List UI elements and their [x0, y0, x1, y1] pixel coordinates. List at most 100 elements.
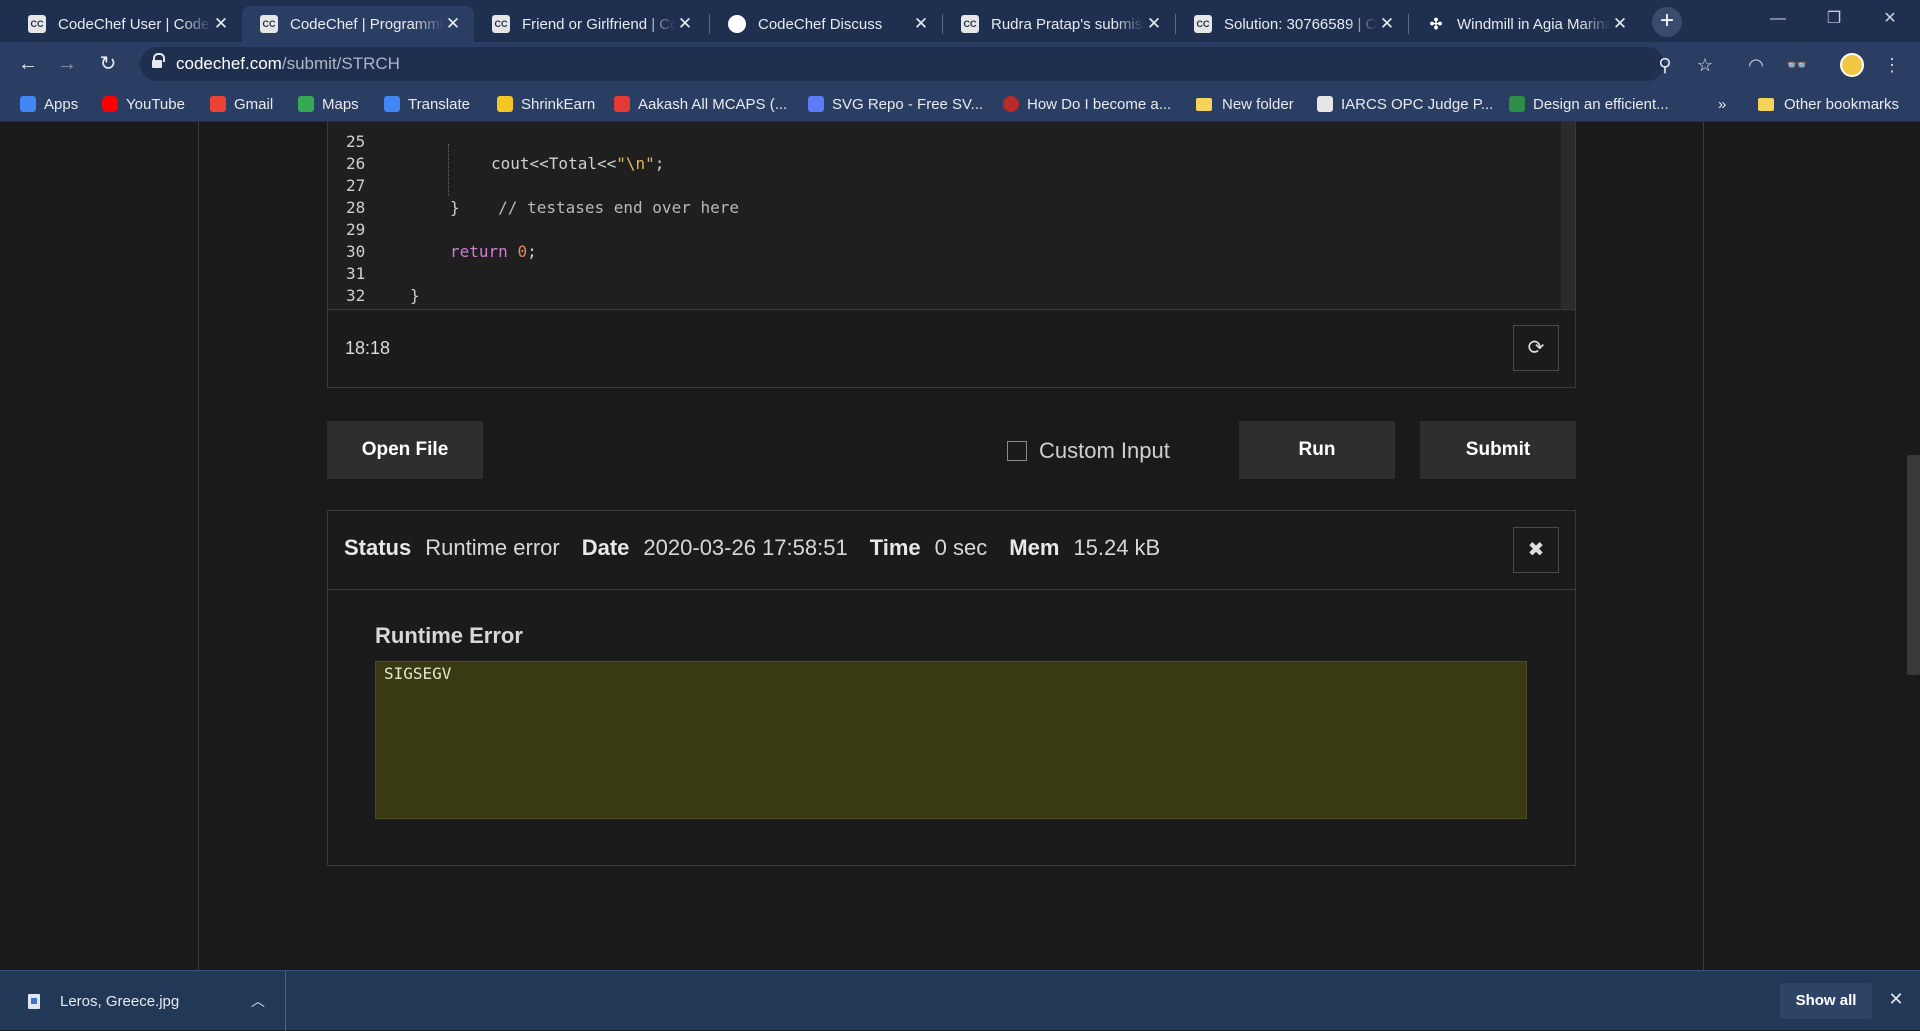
- profile-avatar[interactable]: [1840, 53, 1864, 77]
- browser-toolbar: ← → ↻ codechef.com /submit/STRCH ⚲ ☆ ◠ 👓…: [0, 42, 1920, 86]
- chevron-up-icon[interactable]: ︿: [251, 991, 265, 1011]
- cursor-position: 18:18: [345, 338, 391, 358]
- tab-codechef-user[interactable]: CC CodeChef User | CodeChef ✕: [10, 6, 242, 42]
- download-file-name: Leros, Greece.jpg: [60, 992, 180, 1010]
- bookmark-shrinkearn[interactable]: ShrinkEarn: [497, 94, 595, 114]
- bookmark-youtube[interactable]: YouTube: [102, 94, 185, 114]
- bookmark-new-folder[interactable]: New folder: [1196, 94, 1294, 114]
- bookmark-star-icon[interactable]: ☆: [1694, 54, 1716, 76]
- date-value: 2020-03-26 17:58:51: [643, 535, 848, 560]
- bookmark-label: Other bookmarks: [1784, 95, 1900, 113]
- tab-friend-or-girlfriend[interactable]: CC Friend or Girlfriend | CodeChef ✕: [474, 6, 706, 42]
- code-line-26: cout<<Total<<"\n";: [491, 154, 664, 173]
- bookmark-label: Aakash All MCAPS (...: [638, 95, 788, 113]
- close-icon[interactable]: ✕: [1378, 14, 1396, 34]
- bookmark-label: How Do I become a...: [1027, 95, 1172, 113]
- open-file-button[interactable]: Open File: [327, 421, 483, 479]
- tab-strip: CC CodeChef User | CodeChef ✕ CC CodeChe…: [0, 0, 1920, 42]
- status-label: Status: [344, 535, 412, 560]
- tab-title: CodeChef | Programming: [290, 15, 444, 33]
- close-icon[interactable]: ✕: [676, 14, 694, 34]
- close-icon: ✖: [1527, 539, 1545, 561]
- bookmark-label: ShrinkEarn: [521, 95, 596, 113]
- tab-rudra-pratap-submissions[interactable]: CC Rudra Pratap's submissions ✕: [943, 6, 1175, 42]
- restore-icon[interactable]: ❐: [1806, 0, 1862, 38]
- tab-title: CodeChef Discuss: [758, 15, 883, 33]
- codechef-icon: CC: [492, 15, 510, 33]
- menu-kebab-icon[interactable]: ⋮: [1880, 53, 1904, 77]
- reset-code-button[interactable]: ⟳: [1513, 325, 1559, 371]
- custom-input-toggle[interactable]: Custom Input: [1007, 438, 1170, 464]
- close-icon[interactable]: ✕: [212, 14, 230, 34]
- show-all-button[interactable]: Show all: [1780, 983, 1872, 1019]
- code-token: ;: [527, 242, 537, 261]
- new-tab-button[interactable]: +: [1652, 7, 1682, 37]
- close-icon[interactable]: ✕: [444, 14, 462, 34]
- bookmark-label: SVG Repo - Free SV...: [832, 95, 984, 113]
- submit-button[interactable]: Submit: [1420, 421, 1576, 479]
- window-close-icon[interactable]: ✕: [1862, 0, 1918, 38]
- code-keyword: return: [450, 242, 508, 261]
- tab-title: Windmill in Agia Marina: [1457, 15, 1611, 33]
- minimize-icon[interactable]: —: [1750, 0, 1806, 38]
- forward-arrow-icon[interactable]: →: [53, 50, 81, 78]
- bookmark-maps[interactable]: Maps: [298, 94, 359, 114]
- download-item[interactable]: Leros, Greece.jpg ︿: [0, 971, 286, 1031]
- bookmark-design-efficient[interactable]: Design an efficient...: [1509, 94, 1669, 114]
- bookmark-gmail[interactable]: Gmail: [210, 94, 273, 114]
- close-icon[interactable]: ✕: [1884, 987, 1908, 1011]
- bookmark-translate[interactable]: Translate: [384, 94, 470, 114]
- url-path: /submit/STRCH: [281, 54, 400, 73]
- error-output: SIGSEGV: [375, 661, 1527, 819]
- zoom-icon[interactable]: ⚲: [1654, 54, 1676, 76]
- extension-arc-icon[interactable]: ◠: [1744, 53, 1768, 77]
- extension-glasses-icon[interactable]: 👓: [1785, 53, 1809, 77]
- bookmark-other[interactable]: Other bookmarks: [1758, 94, 1899, 114]
- bookmark-label: Maps: [322, 95, 359, 113]
- page-scrollbar[interactable]: [1907, 455, 1920, 675]
- custom-input-checkbox[interactable]: [1007, 441, 1027, 461]
- editor-scrollbar[interactable]: [1561, 122, 1575, 309]
- line-number: 31: [346, 264, 366, 283]
- back-arrow-icon[interactable]: ←: [14, 50, 42, 78]
- column-divider: [198, 122, 199, 970]
- svgrepo-icon: [808, 96, 824, 112]
- url-host: codechef.com: [176, 54, 282, 73]
- bookmark-aakash[interactable]: Aakash All MCAPS (...: [614, 94, 787, 114]
- bookmark-quora[interactable]: How Do I become a...: [1003, 94, 1171, 114]
- lock-icon: [152, 53, 165, 70]
- bookmarks-overflow-icon[interactable]: »: [1718, 94, 1726, 114]
- tab-codechef-discuss[interactable]: CodeChef Discuss ✕: [710, 6, 942, 42]
- page-content: 25 26 27 28 29 30 31 32 cout<<Total<<"\n…: [0, 122, 1920, 970]
- close-icon[interactable]: ✕: [912, 14, 930, 34]
- bookmark-apps[interactable]: Apps: [20, 94, 78, 114]
- bookmark-label: Gmail: [234, 95, 274, 113]
- line-number: 25: [346, 132, 366, 151]
- line-number: 29: [346, 220, 366, 239]
- bookmark-iarcs[interactable]: IARCS OPC Judge P...: [1317, 94, 1493, 114]
- close-result-button[interactable]: ✖: [1513, 527, 1559, 573]
- indent-guide: [448, 144, 449, 196]
- address-bar[interactable]: codechef.com /submit/STRCH ⚲ ☆: [140, 47, 1713, 81]
- reload-icon[interactable]: ↻: [94, 50, 122, 78]
- close-icon[interactable]: ✕: [1145, 14, 1163, 34]
- editor-status-bar: 18:18 ⟳: [327, 310, 1576, 388]
- tab-title: Friend or Girlfriend | CodeChef: [522, 15, 676, 33]
- run-button[interactable]: Run: [1239, 421, 1395, 479]
- line-number: 30: [346, 242, 366, 261]
- tab-solution[interactable]: CC Solution: 30766589 | CodeChef ✕: [1176, 6, 1408, 42]
- bookmark-label: YouTube: [126, 95, 185, 113]
- line-number: 27: [346, 176, 366, 195]
- code-line-28: } // testases end over here: [450, 198, 739, 217]
- tab-windmill[interactable]: ✣ Windmill in Agia Marina ✕: [1409, 6, 1641, 42]
- code-editor[interactable]: 25 26 27 28 29 30 31 32 cout<<Total<<"\n…: [327, 122, 1576, 310]
- bookmark-label: Translate: [408, 95, 470, 113]
- error-title: Runtime Error: [375, 623, 523, 648]
- result-meta: Status Runtime error Date 2020-03-26 17:…: [344, 535, 1182, 561]
- close-icon[interactable]: ✕: [1611, 14, 1629, 34]
- apps-icon: [20, 96, 36, 112]
- codechef-icon: [1317, 96, 1333, 112]
- tab-codechef-programming[interactable]: CC CodeChef | Programming ✕: [242, 6, 474, 42]
- custom-input-label: Custom Input: [1039, 438, 1170, 463]
- bookmark-svg-repo[interactable]: SVG Repo - Free SV...: [808, 94, 983, 114]
